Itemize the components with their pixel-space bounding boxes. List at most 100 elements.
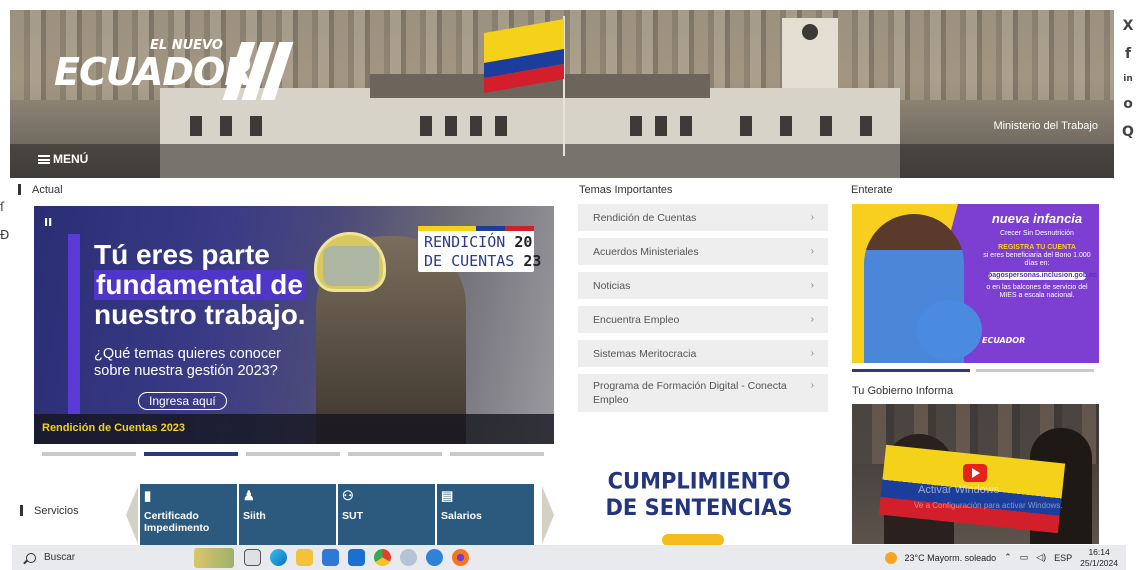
social-links: X f in o Q bbox=[1118, 18, 1138, 140]
carousel-dot[interactable] bbox=[42, 452, 136, 456]
badge-line-1: RENDICIÓN bbox=[424, 233, 506, 251]
clock-time: 16:14 bbox=[1088, 546, 1110, 557]
service-label: Certificado Impedimento bbox=[144, 510, 210, 534]
chrome-icon[interactable] bbox=[374, 549, 391, 566]
tema-label: Programa de Formación Digital - Conecta … bbox=[593, 380, 787, 406]
banner-accent bbox=[68, 234, 80, 414]
news-banner[interactable]: II Tú eres parte fundamental de nuestro … bbox=[34, 206, 554, 444]
cumplimiento-banner[interactable]: CUMPLIMIENTO DE SENTENCIAS bbox=[604, 469, 794, 522]
taskbar-clock[interactable]: 16:14 25/1/2024 bbox=[1080, 547, 1118, 569]
pause-icon[interactable]: II bbox=[44, 216, 52, 229]
logo-bars-icon bbox=[222, 42, 294, 104]
section-title-enterate: Enterate bbox=[851, 184, 893, 196]
chevron-right-icon: › bbox=[810, 280, 814, 291]
store-icon[interactable] bbox=[322, 549, 339, 566]
badge-year-2: 23 bbox=[523, 252, 542, 270]
tema-label: Acuerdos Ministeriales bbox=[593, 245, 699, 258]
browser-page: EL NUEVO ECUADOR Ministerio del Trabajo … bbox=[0, 0, 1138, 570]
service-tile-certificado[interactable]: ▮ Certificado Impedimento bbox=[140, 484, 237, 546]
edge-icon-1[interactable]: ſ bbox=[0, 200, 9, 214]
instagram-icon[interactable]: o bbox=[1118, 96, 1138, 112]
banner-cta-button[interactable]: Ingresa aquí bbox=[138, 392, 227, 410]
tema-link-conecta-empleo[interactable]: Programa de Formación Digital - Conecta … bbox=[578, 374, 828, 412]
edge-icon-2[interactable]: Ð bbox=[0, 228, 9, 242]
carousel-dot[interactable] bbox=[450, 452, 544, 456]
tema-link-rendicion[interactable]: Rendición de Cuentas › bbox=[578, 204, 828, 231]
group-icon: ⚇ bbox=[342, 488, 354, 503]
play-icon[interactable] bbox=[963, 464, 987, 482]
ministry-name[interactable]: Ministerio del Trabajo bbox=[993, 120, 1098, 132]
section-title-gobierno: Tu Gobierno Informa bbox=[852, 385, 954, 397]
menu-button[interactable]: MENÚ bbox=[38, 152, 88, 166]
banner-caption-bar: Rendición de Cuentas 2023 bbox=[34, 414, 554, 444]
service-label: Salarios bbox=[441, 510, 482, 522]
helmet-visor bbox=[323, 246, 379, 286]
clock-date: 25/1/2024 bbox=[1080, 557, 1118, 568]
cumplimiento-line-1: CUMPLIMIENTO bbox=[607, 468, 791, 494]
service-tile-siith[interactable]: ♟ Siith bbox=[239, 484, 336, 546]
carousel-dot[interactable] bbox=[246, 452, 340, 456]
tray-chevron-icon[interactable]: ⌃ bbox=[1004, 552, 1012, 563]
enterate-ad[interactable]: nueva infancia Crecer Sin Desnutrición R… bbox=[852, 204, 1099, 363]
ad-text: nueva infancia Crecer Sin Desnutrición R… bbox=[982, 212, 1097, 300]
file-explorer-icon[interactable] bbox=[296, 549, 313, 566]
task-view-icon[interactable] bbox=[244, 549, 261, 566]
volume-icon[interactable]: ◁) bbox=[1036, 552, 1046, 563]
hamburger-icon bbox=[38, 154, 50, 164]
mail-icon[interactable] bbox=[348, 549, 365, 566]
widget-thumbnail[interactable] bbox=[194, 547, 234, 568]
carousel-dot-active[interactable] bbox=[144, 452, 238, 456]
service-tile-sut[interactable]: ⚇ SUT bbox=[338, 484, 435, 546]
ad-foot: o en las balcones de servicio del MIES a… bbox=[986, 284, 1088, 299]
chevron-right-icon: › bbox=[810, 246, 814, 257]
document-icon: ▮ bbox=[144, 488, 152, 503]
tema-link-noticias[interactable]: Noticias › bbox=[578, 272, 828, 299]
figure-belly bbox=[916, 300, 982, 360]
network-icon[interactable]: ▭ bbox=[1020, 552, 1029, 563]
headline-line-2: fundamental de bbox=[94, 269, 305, 300]
tema-link-acuerdos[interactable]: Acuerdos Ministeriales › bbox=[578, 238, 828, 265]
tema-label: Encuentra Empleo bbox=[593, 313, 680, 326]
left-edge-icons: ſ Ð bbox=[0, 200, 9, 242]
carousel-dot[interactable] bbox=[348, 452, 442, 456]
enterate-dot-active[interactable] bbox=[852, 369, 970, 372]
section-title-actual: Actual bbox=[18, 184, 63, 196]
weather-text[interactable]: 23°C Mayorm. soleado bbox=[905, 553, 997, 563]
ad-logo: ECUADOR bbox=[982, 336, 1026, 345]
service-tile-salarios[interactable]: ▤ Salarios bbox=[437, 484, 534, 546]
tema-link-meritocracia[interactable]: Sistemas Meritocracia › bbox=[578, 340, 828, 367]
services-next-arrow[interactable] bbox=[542, 486, 554, 544]
edge-icon[interactable] bbox=[270, 549, 287, 566]
enterate-dot[interactable] bbox=[976, 369, 1094, 372]
clock-tower bbox=[782, 18, 838, 90]
weather-icon bbox=[884, 551, 897, 564]
firefox-icon[interactable] bbox=[452, 549, 469, 566]
rendicion-badge: RENDICIÓN 20 DE CUENTAS 23 bbox=[418, 226, 541, 272]
system-tray: 23°C Mayorm. soleado ⌃ ▭ ◁) ESP 16:14 25… bbox=[884, 547, 1126, 569]
headline-line-3: nuestro trabajo. bbox=[94, 299, 306, 330]
search-icon[interactable]: Q bbox=[1118, 124, 1138, 140]
taskbar-search[interactable]: Buscar bbox=[26, 552, 194, 563]
tema-label: Sistemas Meritocracia bbox=[593, 347, 697, 360]
banner-caption[interactable]: Rendición de Cuentas 2023 bbox=[42, 422, 185, 434]
app-icon[interactable] bbox=[400, 549, 417, 566]
logo-wordmark: ECUADOR bbox=[54, 50, 254, 94]
x-icon[interactable]: X bbox=[1118, 18, 1138, 34]
hero-bottom-band bbox=[10, 144, 1114, 178]
search-icon bbox=[26, 552, 36, 563]
tema-link-empleo[interactable]: Encuentra Empleo › bbox=[578, 306, 828, 333]
language-indicator[interactable]: ESP bbox=[1054, 553, 1072, 563]
video-player[interactable]: Activar Windows Ve a Configuración para … bbox=[852, 404, 1099, 544]
linkedin-icon[interactable]: in bbox=[1118, 74, 1138, 84]
table-icon: ▤ bbox=[441, 488, 454, 503]
taskbar-search-label: Buscar bbox=[44, 552, 76, 563]
badge-line-2: DE CUENTAS bbox=[424, 252, 515, 270]
badge-year-1: 20 bbox=[514, 233, 533, 251]
services-prev-arrow[interactable] bbox=[126, 486, 138, 544]
chevron-right-icon: › bbox=[810, 348, 814, 359]
app-icon[interactable] bbox=[426, 549, 443, 566]
facebook-icon[interactable]: f bbox=[1118, 46, 1138, 62]
user-icon: ♟ bbox=[243, 488, 255, 503]
windows-watermark: Activar Windows bbox=[918, 484, 1000, 496]
banner-headline: Tú eres parte fundamental de nuestro tra… bbox=[94, 240, 306, 330]
